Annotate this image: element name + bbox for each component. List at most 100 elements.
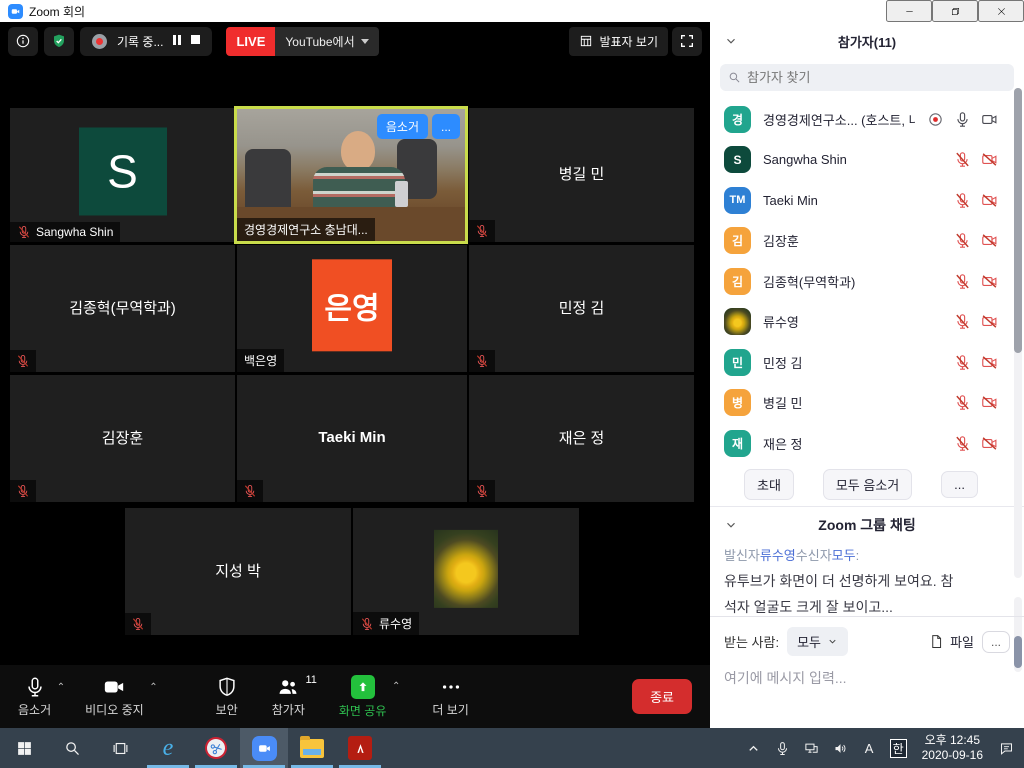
- collapse-chevron-icon[interactable]: [724, 34, 738, 48]
- video-tile[interactable]: 지성 박: [125, 508, 351, 635]
- windows-icon: [16, 740, 33, 757]
- chat-header: Zoom 그룹 채팅: [710, 507, 1024, 543]
- video-tile[interactable]: 재은 정: [469, 375, 694, 502]
- avatar: 김: [724, 227, 751, 254]
- taskbar-internet-explorer[interactable]: e: [144, 728, 192, 768]
- participant-name: Taeki Min: [763, 193, 818, 208]
- video-tile-active-speaker[interactable]: 음소거 ... 경영경제연구소 충남대...: [234, 106, 468, 244]
- video-camera-icon: [103, 676, 125, 698]
- fullscreen-button[interactable]: [672, 27, 702, 56]
- participant-more-button[interactable]: ...: [432, 114, 460, 139]
- participant-row[interactable]: TM Taeki Min: [710, 180, 1024, 221]
- mic-muted-icon: [131, 617, 145, 631]
- video-tile[interactable]: 김장훈: [10, 375, 235, 502]
- mute-all-button[interactable]: 모두 음소거: [823, 469, 912, 500]
- chat-more-button[interactable]: ...: [982, 631, 1010, 653]
- zoom-app-icon: [8, 4, 23, 19]
- invite-button[interactable]: 초대: [744, 469, 794, 500]
- chevron-up-icon[interactable]: ⌃: [57, 682, 65, 693]
- participant-name: 병길 민: [763, 393, 803, 412]
- start-button[interactable]: [0, 728, 48, 768]
- tray-network-icon[interactable]: [798, 728, 825, 768]
- participants-more-button[interactable]: ...: [941, 471, 978, 498]
- title-bar: Zoom 회의: [0, 0, 1024, 22]
- video-tile[interactable]: S Sangwha Shin: [10, 108, 235, 242]
- acrobat-icon: [348, 736, 372, 760]
- taskbar-file-explorer[interactable]: [288, 728, 336, 768]
- recipient-dropdown[interactable]: 모두: [787, 627, 848, 656]
- participant-row-host[interactable]: 경 경영경제연구소... (호스트, 나): [710, 99, 1024, 140]
- participants-scrollbar[interactable]: [1014, 88, 1022, 578]
- chat-sender[interactable]: 류수영: [760, 548, 796, 563]
- taskbar-snipping-tool[interactable]: [192, 728, 240, 768]
- end-meeting-button[interactable]: 종료: [632, 679, 692, 714]
- speaker-view-button[interactable]: 발표자 보기: [569, 27, 668, 56]
- taskbar-search-button[interactable]: [48, 728, 96, 768]
- participant-row[interactable]: 류수영: [710, 302, 1024, 343]
- window-title: Zoom 회의: [29, 3, 85, 20]
- share-screen-button[interactable]: 화면 공유 ⌃: [339, 675, 387, 719]
- share-screen-icon: [351, 675, 375, 699]
- participants-button[interactable]: 참가자 11: [272, 676, 305, 718]
- chat-message-input[interactable]: [724, 670, 1004, 686]
- video-tile[interactable]: 김종혁(무역학과): [10, 245, 235, 372]
- more-button[interactable]: 더 보기: [432, 676, 468, 718]
- participant-row[interactable]: S Sangwha Shin: [710, 140, 1024, 181]
- recording-status-icon: [927, 111, 944, 128]
- mute-button[interactable]: 음소거 ⌃: [18, 676, 51, 718]
- file-explorer-icon: [300, 739, 324, 758]
- chevron-up-icon[interactable]: ⌃: [392, 681, 400, 692]
- security-encryption-icon[interactable]: [44, 27, 74, 56]
- participant-row[interactable]: 김 김종혁(무역학과): [710, 261, 1024, 302]
- camera-off-icon: [981, 151, 998, 168]
- system-tray: A 한 오후 12:45 2020-09-16: [740, 728, 1024, 768]
- taskbar-acrobat[interactable]: [336, 728, 384, 768]
- meeting-info-icon[interactable]: [8, 27, 38, 56]
- chevron-up-icon[interactable]: ⌃: [149, 682, 157, 693]
- tray-chevron-up-icon[interactable]: [740, 728, 767, 768]
- participant-name: Sangwha Shin: [763, 152, 847, 167]
- chat-recipient[interactable]: 모두: [832, 548, 856, 563]
- participant-name: 김종혁(무역학과): [10, 296, 235, 317]
- participant-row[interactable]: 병 병길 민: [710, 383, 1024, 424]
- ime-korean-indicator[interactable]: 한: [885, 728, 912, 768]
- zoom-app-icon: [252, 736, 277, 761]
- avatar: 김: [724, 268, 751, 295]
- mute-participant-button[interactable]: 음소거: [377, 114, 428, 139]
- restore-button[interactable]: [932, 0, 978, 22]
- video-tile[interactable]: 병길 민: [469, 108, 694, 242]
- participant-name: 병길 민: [469, 163, 694, 184]
- ime-latin-indicator[interactable]: A: [856, 728, 883, 768]
- video-tile[interactable]: Taeki Min: [237, 375, 467, 502]
- taskbar-zoom-app[interactable]: [240, 728, 288, 768]
- security-button[interactable]: 보안: [216, 676, 238, 718]
- mic-muted-icon: [954, 192, 971, 209]
- collapse-chevron-icon[interactable]: [724, 518, 738, 532]
- file-button[interactable]: 파일: [929, 632, 974, 651]
- participant-name-label: Sangwha Shin: [10, 222, 120, 242]
- stop-video-button[interactable]: 비디오 중지 ⌃: [85, 676, 144, 718]
- stop-recording-button[interactable]: [191, 35, 200, 47]
- video-tile[interactable]: 민정 김: [469, 245, 694, 372]
- action-center-icon[interactable]: [993, 728, 1020, 768]
- participant-row[interactable]: 김 김장훈: [710, 221, 1024, 262]
- participant-row[interactable]: 민 민정 김: [710, 342, 1024, 383]
- minimize-button[interactable]: [886, 0, 932, 22]
- task-view-button[interactable]: [96, 728, 144, 768]
- tray-volume-icon[interactable]: [827, 728, 854, 768]
- live-target-dropdown[interactable]: YouTube에서: [275, 27, 378, 56]
- chat-message-text: 유투브가 화면이 더 선명하게 보여요. 참 석자 얼굴도 크게 잘 보이고..…: [724, 568, 1010, 620]
- tray-microphone-icon[interactable]: [769, 728, 796, 768]
- participant-name-label: 경영경제연구소 충남대...: [237, 218, 375, 241]
- search-icon: [728, 71, 741, 84]
- participant-row[interactable]: 재 재은 정: [710, 423, 1024, 464]
- participant-search[interactable]: [720, 64, 1014, 91]
- close-button[interactable]: [978, 0, 1024, 22]
- video-tile[interactable]: 은영 백은영: [237, 245, 467, 372]
- participant-name: 민정 김: [469, 296, 694, 317]
- video-tile[interactable]: 류수영: [353, 508, 579, 635]
- search-input[interactable]: [747, 70, 987, 85]
- mic-muted-icon: [17, 225, 31, 239]
- taskbar-clock[interactable]: 오후 12:45 2020-09-16: [914, 733, 991, 763]
- pause-recording-button[interactable]: [173, 35, 181, 48]
